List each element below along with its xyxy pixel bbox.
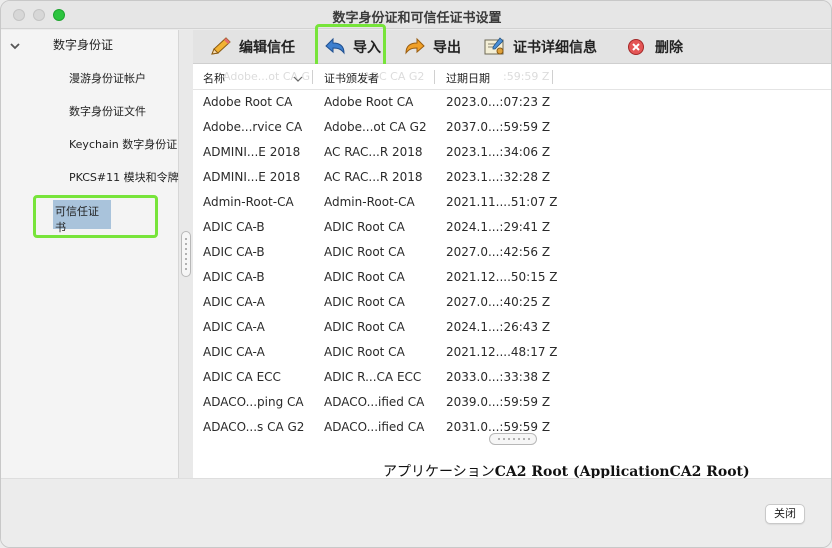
column-header-expiry[interactable]: 过期日期 [446,70,490,86]
delete-label: 删除 [655,40,683,56]
cell-expiry: 2039.0...:59:59 Z [446,395,551,409]
column-separator[interactable] [434,70,435,84]
certificate-details-label: 证书详细信息 [513,40,597,56]
cell-issuer: Admin-Root-CA [324,195,415,209]
certificate-details-pane: アプリケーションCA2 Root (ApplicationCA2 Root) [193,448,831,480]
table-row[interactable]: ADACO...ping CA ADACO...ified CA 2039.0.… [193,390,831,415]
cell-name: Adobe Root CA [203,95,293,109]
table-row[interactable]: Adobe...rvice CA Adobe...ot CA G2 2037.0… [193,115,831,140]
details-splitter-grip[interactable] [489,433,537,445]
table-header: Adobe...ot CA G ADC CA G2 :59:59 Z 名称 证书… [193,64,831,90]
table-row[interactable]: ADMINI...E 2018 AC RAC...R 2018 2023.1..… [193,140,831,165]
cell-name: Admin-Root-CA [203,195,294,209]
highlight-box-trusted-certificates [33,195,158,238]
table-row[interactable]: ADMINI...E 2018 AC RAC...R 2018 2023.1..… [193,165,831,190]
delete-icon [628,39,644,55]
arrow-forward-icon [405,37,425,55]
cell-expiry: 2023.1...:32:28 Z [446,170,551,184]
footer: 关闭 [1,478,831,547]
table-row[interactable]: ADIC CA-A ADIC Root CA 2027.0...:40:25 Z [193,290,831,315]
cell-issuer: AC RAC...R 2018 [324,170,423,184]
cell-expiry: 2033.0...:33:38 Z [446,370,551,384]
splitter-grip-handle[interactable] [181,231,191,277]
edit-trust-button[interactable]: 编辑信任 [209,34,295,60]
sidebar: 数字身份证 漫游身份证帐户 数字身份证文件 Keychain 数字身份证 PKC… [1,30,190,478]
cell-issuer: ADIC Root CA [324,270,405,284]
cell-expiry: 2027.0...:40:25 Z [446,295,551,309]
sidebar-item-pkcs11-modules[interactable]: PKCS#11 模块和令牌设 [69,169,190,185]
cell-issuer: ADIC Root CA [324,295,405,309]
pencil-icon [211,37,231,55]
table-row[interactable]: ADIC CA-A ADIC Root CA 2021.12....48:17 … [193,340,831,365]
window-title: 数字身份证和可信任证书设置 [332,11,502,26]
cell-expiry: 2027.0...:42:56 Z [446,245,551,259]
cell-name: ADIC CA-A [203,345,265,359]
export-button[interactable]: 导出 [403,34,461,60]
cell-name: ADACO...s CA G2 [203,420,305,434]
cell-name: ADIC CA ECC [203,370,281,384]
export-label: 导出 [433,40,461,56]
table-row[interactable]: ADIC CA-B ADIC Root CA 2021.12....50:15 … [193,265,831,290]
column-header-name[interactable]: 名称 [203,70,303,86]
cell-expiry: 2024.1...:29:41 Z [446,220,551,234]
sidebar-item-id-files[interactable]: 数字身份证文件 [69,103,146,119]
certificate-icon [484,37,504,55]
sidebar-item-keychain-ids[interactable]: Keychain 数字身份证 [69,136,177,152]
cell-name: ADIC CA-A [203,295,265,309]
toolbar: 编辑信任 导入 导出 证书详细信息 删除 [193,30,831,64]
cell-name: ADIC CA-A [203,320,265,334]
table-row[interactable]: ADIC CA-A ADIC Root CA 2024.1...:26:43 Z [193,315,831,340]
table-row[interactable]: ADIC CA-B ADIC Root CA 2027.0...:42:56 Z [193,240,831,265]
cell-issuer: ADIC Root CA [324,345,405,359]
settings-window: 数字身份证和可信任证书设置 数字身份证 漫游身份证帐户 数字身份证文件 Keyc… [0,0,832,548]
column-separator[interactable] [312,70,313,84]
cell-name: Adobe...rvice CA [203,120,303,134]
cell-expiry: 2021.12....48:17 Z [446,345,558,359]
delete-button[interactable]: 删除 [625,34,683,60]
cell-name: ADIC CA-B [203,220,265,234]
cell-issuer: ADACO...ified CA [324,420,425,434]
cell-expiry: 2037.0...:59:59 Z [446,120,551,134]
cell-issuer: Adobe...ot CA G2 [324,120,427,134]
sidebar-item-digital-ids[interactable]: 数字身份证 [53,36,113,53]
cell-issuer: ADIC Root CA [324,220,405,234]
cell-expiry: 2021.12....50:15 Z [446,270,558,284]
cell-expiry: 2024.1...:26:43 Z [446,320,551,334]
certificate-table[interactable]: Adobe...ot CA G ADC CA G2 :59:59 Z 名称 证书… [193,64,831,448]
cell-expiry: 2021.11....51:07 Z [446,195,558,209]
chevron-down-icon[interactable] [9,40,21,52]
cell-name: ADMINI...E 2018 [203,145,301,159]
cell-name: ADIC CA-B [203,245,265,259]
cell-issuer: Adobe Root CA [324,95,414,109]
column-name-label: 名称 [203,72,225,85]
column-separator[interactable] [552,70,553,84]
cell-issuer: ADIC Root CA [324,245,405,259]
drag-ghost-date: :59:59 Z [503,70,550,83]
cell-name: ADIC CA-B [203,270,265,284]
cell-name: ADACO...ping CA [203,395,304,409]
close-button[interactable]: 关闭 [765,504,805,524]
table-row[interactable]: Adobe Root CA Adobe Root CA 2023.0...:07… [193,90,831,115]
cell-expiry: 2023.1...:34:06 Z [446,145,551,159]
table-row[interactable]: Admin-Root-CA Admin-Root-CA 2021.11....5… [193,190,831,215]
edit-trust-label: 编辑信任 [239,40,295,56]
sidebar-item-roaming-accounts[interactable]: 漫游身份证帐户 [69,70,146,86]
certificate-details-button[interactable]: 证书详细信息 [483,34,597,60]
cell-issuer: ADIC Root CA [324,320,405,334]
cell-expiry: 2023.0...:07:23 Z [446,95,551,109]
title-bar: 数字身份证和可信任证书设置 [1,1,831,29]
cell-issuer: ADACO...ified CA [324,395,425,409]
sort-chevron-icon [293,76,302,82]
cell-issuer: ADIC R...CA ECC [324,370,422,384]
cell-issuer: AC RAC...R 2018 [324,145,423,159]
cell-expiry: 2031.0...:59:59 Z [446,420,551,434]
table-row[interactable]: ADIC CA ECC ADIC R...CA ECC 2033.0...:33… [193,365,831,390]
column-header-issuer[interactable]: 证书颁发者 [324,70,379,86]
cell-name: ADMINI...E 2018 [203,170,301,184]
table-row[interactable]: ADIC CA-B ADIC Root CA 2024.1...:29:41 Z [193,215,831,240]
